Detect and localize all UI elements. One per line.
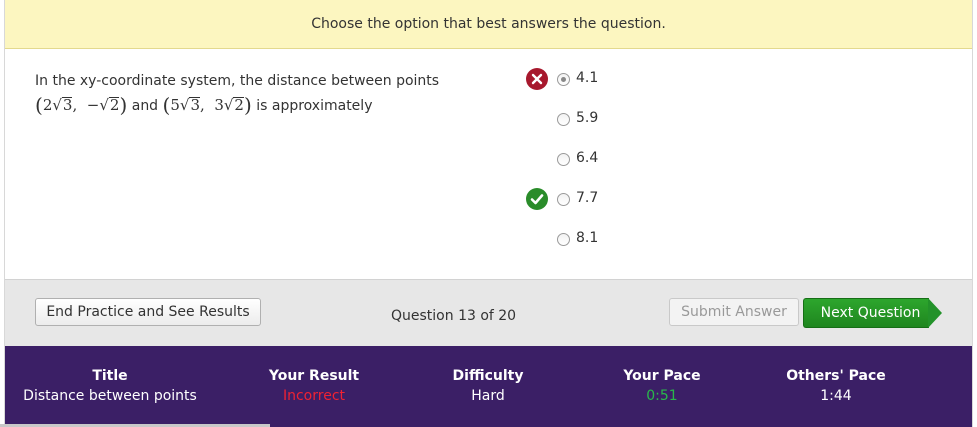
answer-options: 4.1 5.9 6.4 7.7 8.1 (525, 67, 825, 267)
next-question-button[interactable]: Next Question (803, 298, 943, 328)
stat-result-value: Incorrect (282, 388, 346, 404)
radio-button[interactable] (557, 73, 570, 86)
stat-result-heading: Your Result (268, 368, 360, 384)
check-circle-icon (526, 188, 548, 210)
radio-button[interactable] (557, 153, 570, 166)
stat-your-pace: Your Pace 0:51 (602, 366, 722, 406)
option-label: 8.1 (576, 230, 599, 246)
answer-option-5[interactable]: 8.1 (525, 227, 825, 267)
arrow-right-icon (928, 298, 942, 328)
stat-your-pace-heading: Your Pace (623, 368, 701, 384)
answer-option-2[interactable]: 5.9 (525, 107, 825, 147)
answer-option-3[interactable]: 6.4 (525, 147, 825, 187)
question-area: In the xy-coordinate system, the distanc… (5, 49, 972, 279)
practice-frame: Choose the option that best answers the … (4, 0, 973, 427)
end-practice-button[interactable]: End Practice and See Results (35, 298, 261, 326)
stat-difficulty: Difficulty Hard (428, 366, 548, 406)
stat-others-pace: Others' Pace 1:44 (771, 366, 901, 406)
answer-option-4[interactable]: 7.7 (525, 187, 825, 227)
point-2: (5√3, 3√2) (162, 93, 252, 117)
option-label: 4.1 (576, 70, 599, 86)
stat-title: Title Distance between points (5, 366, 215, 406)
question-connector: and (131, 98, 159, 114)
question-counter: Question 13 of 20 (391, 308, 517, 324)
option-label: 5.9 (576, 110, 599, 126)
option-label: 6.4 (576, 150, 599, 166)
action-bar: End Practice and See Results Question 13… (5, 279, 972, 346)
stat-result: Your Result Incorrect (234, 366, 394, 406)
question-suffix: is approximately (256, 98, 373, 114)
radio-button[interactable] (557, 233, 570, 246)
next-question-label: Next Question (803, 298, 929, 328)
option-label: 7.7 (576, 190, 599, 206)
stat-others-pace-heading: Others' Pace (786, 368, 886, 384)
submit-answer-button[interactable]: Submit Answer (669, 298, 799, 326)
stat-others-pace-value: 1:44 (820, 388, 852, 404)
radio-button[interactable] (557, 193, 570, 206)
stat-your-pace-value: 0:51 (646, 388, 678, 404)
point-1: (2√3, −√2) (35, 93, 128, 117)
instruction-text: Choose the option that best answers the … (311, 16, 666, 32)
stat-title-value: Distance between points (23, 388, 197, 404)
answer-option-1[interactable]: 4.1 (525, 67, 825, 107)
question-stem: In the xy-coordinate system, the distanc… (35, 69, 485, 118)
question-prefix: In the xy-coordinate system, the distanc… (35, 73, 440, 89)
stat-title-heading: Title (92, 368, 128, 384)
stats-bar: Title Distance between points Your Resul… (5, 346, 972, 427)
instruction-banner: Choose the option that best answers the … (5, 0, 972, 49)
radio-button[interactable] (557, 113, 570, 126)
stat-difficulty-value: Hard (471, 388, 505, 404)
stat-difficulty-heading: Difficulty (452, 368, 524, 384)
x-circle-icon (526, 68, 548, 90)
